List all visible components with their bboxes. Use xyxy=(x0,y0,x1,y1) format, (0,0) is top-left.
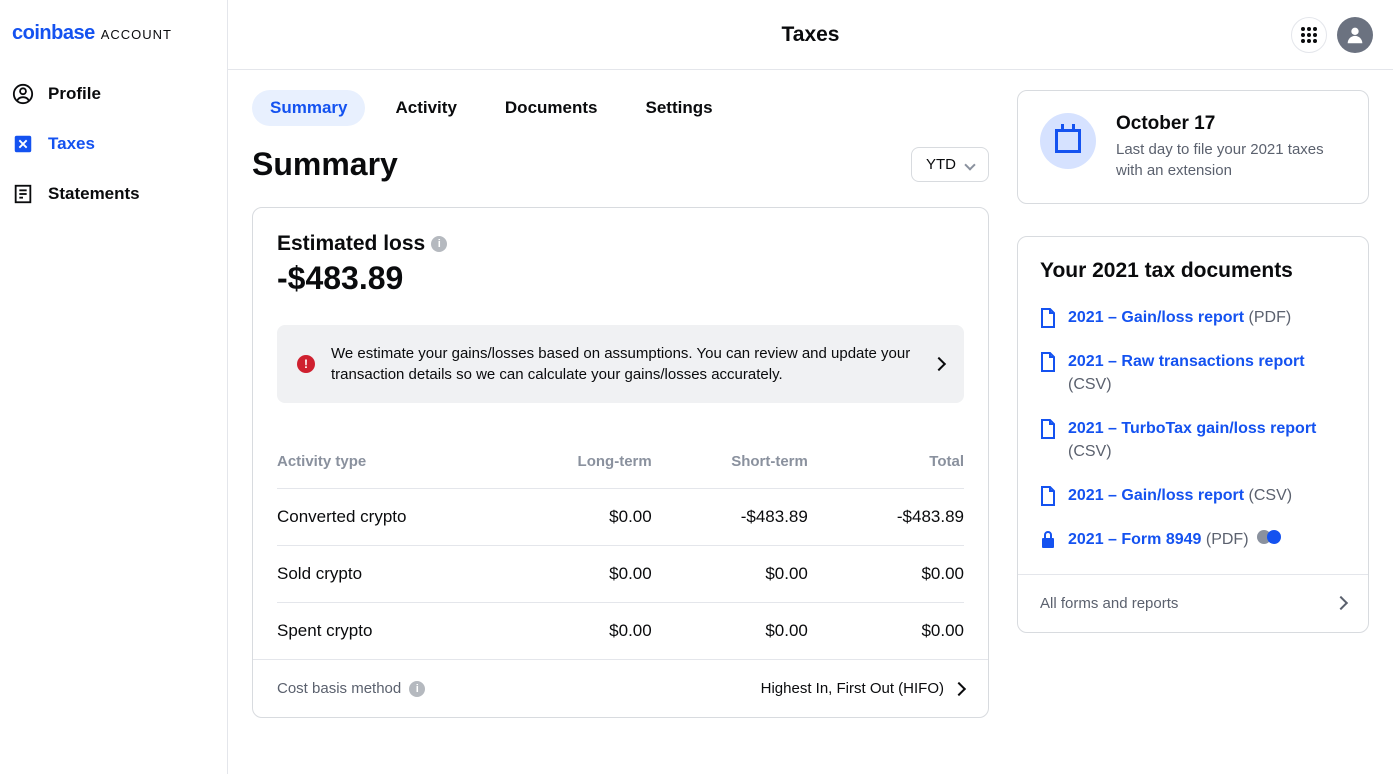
document-name: 2021 – Raw transactions report xyxy=(1068,353,1305,370)
cell-short: $0.00 xyxy=(652,564,808,584)
chevron-right-icon xyxy=(1334,596,1348,610)
statements-icon xyxy=(12,183,34,205)
user-icon xyxy=(1344,24,1366,46)
sidebar-item-statements[interactable]: Statements xyxy=(0,169,227,219)
sidebar-item-label: Profile xyxy=(48,84,101,104)
tab-summary[interactable]: Summary xyxy=(252,90,365,126)
file-icon xyxy=(1040,352,1056,372)
premium-badge-icon xyxy=(1257,530,1281,544)
deadline-title: October 17 xyxy=(1116,113,1346,135)
document-ext: (PDF) xyxy=(1206,531,1249,548)
document-ext: (CSV) xyxy=(1068,443,1112,460)
logo-brand: coinbase xyxy=(12,22,95,45)
taxes-icon xyxy=(12,133,34,155)
documents-heading: Your 2021 tax documents xyxy=(1040,259,1346,283)
cost-basis-value: Highest In, First Out (HIFO) xyxy=(761,680,944,697)
col-total: Total xyxy=(808,453,964,470)
cell-activity: Spent crypto xyxy=(277,621,496,641)
cell-total: $0.00 xyxy=(808,564,964,584)
apps-grid-icon xyxy=(1300,26,1318,44)
cell-long: $0.00 xyxy=(496,564,652,584)
accuracy-alert[interactable]: ! We estimate your gains/losses based on… xyxy=(277,325,964,403)
estimate-value: -$483.89 xyxy=(277,260,964,297)
document-name: 2021 – Form 8949 xyxy=(1068,531,1201,548)
info-icon[interactable]: i xyxy=(431,236,447,252)
tab-activity[interactable]: Activity xyxy=(377,90,474,126)
sidebar-item-taxes[interactable]: Taxes xyxy=(0,119,227,169)
cell-short: $0.00 xyxy=(652,621,808,641)
document-link[interactable]: 2021 – Gain/loss report (PDF) xyxy=(1040,307,1346,329)
documents-card: Your 2021 tax documents 2021 – Gain/loss… xyxy=(1017,236,1369,633)
document-link[interactable]: 2021 – Gain/loss report (CSV) xyxy=(1040,485,1346,507)
sidebar: coinbase ACCOUNT Profile Taxes Statement… xyxy=(0,0,228,774)
col-short-term: Short-term xyxy=(652,453,808,470)
document-ext: (CSV) xyxy=(1068,376,1112,393)
alert-text: We estimate your gains/losses based on a… xyxy=(331,343,918,385)
cell-total: -$483.89 xyxy=(808,507,964,527)
document-name: 2021 – TurboTax gain/loss report xyxy=(1068,420,1316,437)
period-value: YTD xyxy=(926,156,956,173)
col-activity: Activity type xyxy=(277,453,496,470)
period-select[interactable]: YTD xyxy=(911,147,989,182)
file-icon xyxy=(1040,486,1056,506)
cost-basis-label: Cost basis method xyxy=(277,680,401,697)
cost-basis-row[interactable]: Cost basis method i Highest In, First Ou… xyxy=(253,659,988,717)
document-ext: (CSV) xyxy=(1249,487,1293,504)
deadline-text: Last day to file your 2021 taxes with an… xyxy=(1116,139,1346,181)
file-icon xyxy=(1040,308,1056,328)
alert-icon: ! xyxy=(297,355,315,373)
table-row: Spent crypto $0.00 $0.00 $0.00 xyxy=(277,603,964,659)
topbar: Taxes xyxy=(228,0,1393,70)
all-forms-link[interactable]: All forms and reports xyxy=(1018,574,1368,632)
document-name: 2021 – Gain/loss report xyxy=(1068,487,1244,504)
tab-settings[interactable]: Settings xyxy=(627,90,730,126)
cell-long: $0.00 xyxy=(496,507,652,527)
calendar-icon xyxy=(1040,113,1096,169)
file-icon xyxy=(1040,419,1056,439)
section-heading: Summary xyxy=(252,146,398,183)
col-long-term: Long-term xyxy=(496,453,652,470)
document-link[interactable]: 2021 – Raw transactions report (CSV) xyxy=(1040,351,1346,396)
logo-sub: ACCOUNT xyxy=(101,27,172,42)
documents-footer-label: All forms and reports xyxy=(1040,595,1178,612)
chevron-right-icon xyxy=(952,681,966,695)
cell-activity: Sold crypto xyxy=(277,564,496,584)
info-icon[interactable]: i xyxy=(409,681,425,697)
apps-button[interactable] xyxy=(1291,17,1327,53)
cell-short: -$483.89 xyxy=(652,507,808,527)
document-link[interactable]: 2021 – TurboTax gain/loss report (CSV) xyxy=(1040,418,1346,463)
avatar[interactable] xyxy=(1337,17,1373,53)
table-row: Converted crypto $0.00 -$483.89 -$483.89 xyxy=(277,489,964,546)
sidebar-item-profile[interactable]: Profile xyxy=(0,69,227,119)
logo[interactable]: coinbase ACCOUNT xyxy=(0,22,227,69)
chevron-right-icon xyxy=(932,357,946,371)
cell-total: $0.00 xyxy=(808,621,964,641)
document-ext: (PDF) xyxy=(1249,309,1292,326)
page-title: Taxes xyxy=(782,23,840,47)
estimate-card: Estimated loss i -$483.89 ! We estimate … xyxy=(252,207,989,718)
sidebar-item-label: Taxes xyxy=(48,134,95,154)
activity-table: Activity type Long-term Short-term Total… xyxy=(277,435,964,659)
chevron-down-icon xyxy=(964,159,975,170)
tabs: Summary Activity Documents Settings xyxy=(252,90,989,126)
document-name: 2021 – Gain/loss report xyxy=(1068,309,1244,326)
table-row: Sold crypto $0.00 $0.00 $0.00 xyxy=(277,546,964,603)
profile-icon xyxy=(12,83,34,105)
estimate-title: Estimated loss xyxy=(277,232,425,256)
lock-icon xyxy=(1040,530,1056,550)
document-link[interactable]: 2021 – Form 8949 (PDF) xyxy=(1040,529,1346,551)
deadline-card: October 17 Last day to file your 2021 ta… xyxy=(1017,90,1369,204)
tab-documents[interactable]: Documents xyxy=(487,90,616,126)
cell-long: $0.00 xyxy=(496,621,652,641)
sidebar-item-label: Statements xyxy=(48,184,140,204)
cell-activity: Converted crypto xyxy=(277,507,496,527)
